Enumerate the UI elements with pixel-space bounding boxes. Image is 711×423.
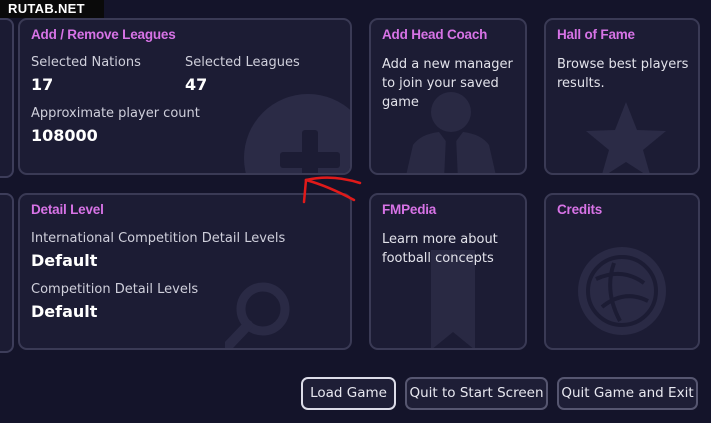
intl-detail-value: Default bbox=[31, 251, 98, 270]
partial-card-left-top bbox=[0, 18, 14, 178]
fmpedia-text: Learn more about football concepts bbox=[382, 232, 498, 266]
leagues-card-title: Add / Remove Leagues bbox=[31, 27, 176, 42]
selected-leagues-label: Selected Leagues bbox=[185, 55, 300, 70]
annotation-arrow-icon bbox=[302, 176, 362, 204]
comp-detail-value: Default bbox=[31, 302, 98, 321]
selected-nations-value: 17 bbox=[31, 75, 54, 94]
quit-to-start-screen-button[interactable]: Quit to Start Screen bbox=[405, 377, 548, 410]
load-game-button[interactable]: Load Game bbox=[301, 377, 396, 410]
detail-level-card[interactable]: Detail Level International Competition D… bbox=[18, 193, 352, 350]
intl-detail-label: International Competition Detail Levels bbox=[31, 231, 286, 246]
partial-card-left-bottom bbox=[0, 193, 14, 353]
player-count-label: Approximate player count bbox=[31, 106, 200, 121]
watermark: RUTAB.NET bbox=[0, 0, 104, 18]
fmpedia-title: FMPedia bbox=[382, 202, 437, 217]
detail-level-title: Detail Level bbox=[31, 202, 104, 217]
leagues-card[interactable]: Add / Remove Leagues Selected Nations 17… bbox=[18, 18, 352, 175]
quit-game-and-exit-button[interactable]: Quit Game and Exit bbox=[557, 377, 698, 410]
add-head-coach-card[interactable]: Add Head Coach Add a new manager to join… bbox=[369, 18, 527, 175]
hall-of-fame-card[interactable]: Hall of Fame Browse best players results… bbox=[544, 18, 700, 175]
plus-icon bbox=[244, 94, 350, 173]
player-count-value: 108000 bbox=[31, 126, 98, 145]
magnifier-icon bbox=[225, 282, 290, 348]
hall-of-fame-title: Hall of Fame bbox=[557, 27, 635, 42]
comp-detail-label: Competition Detail Levels bbox=[31, 282, 199, 297]
football-icon bbox=[578, 247, 666, 335]
add-head-coach-title: Add Head Coach bbox=[382, 27, 488, 42]
add-head-coach-text: Add a new manager to join your saved gam… bbox=[382, 57, 513, 110]
credits-card[interactable]: Credits bbox=[544, 193, 700, 350]
selected-leagues-value: 47 bbox=[185, 75, 208, 94]
fmpedia-card[interactable]: FMPedia Learn more about football concep… bbox=[369, 193, 527, 350]
credits-title: Credits bbox=[557, 202, 603, 217]
hall-of-fame-text: Browse best players results. bbox=[557, 57, 689, 91]
star-icon bbox=[586, 102, 666, 173]
selected-nations-label: Selected Nations bbox=[31, 55, 141, 70]
